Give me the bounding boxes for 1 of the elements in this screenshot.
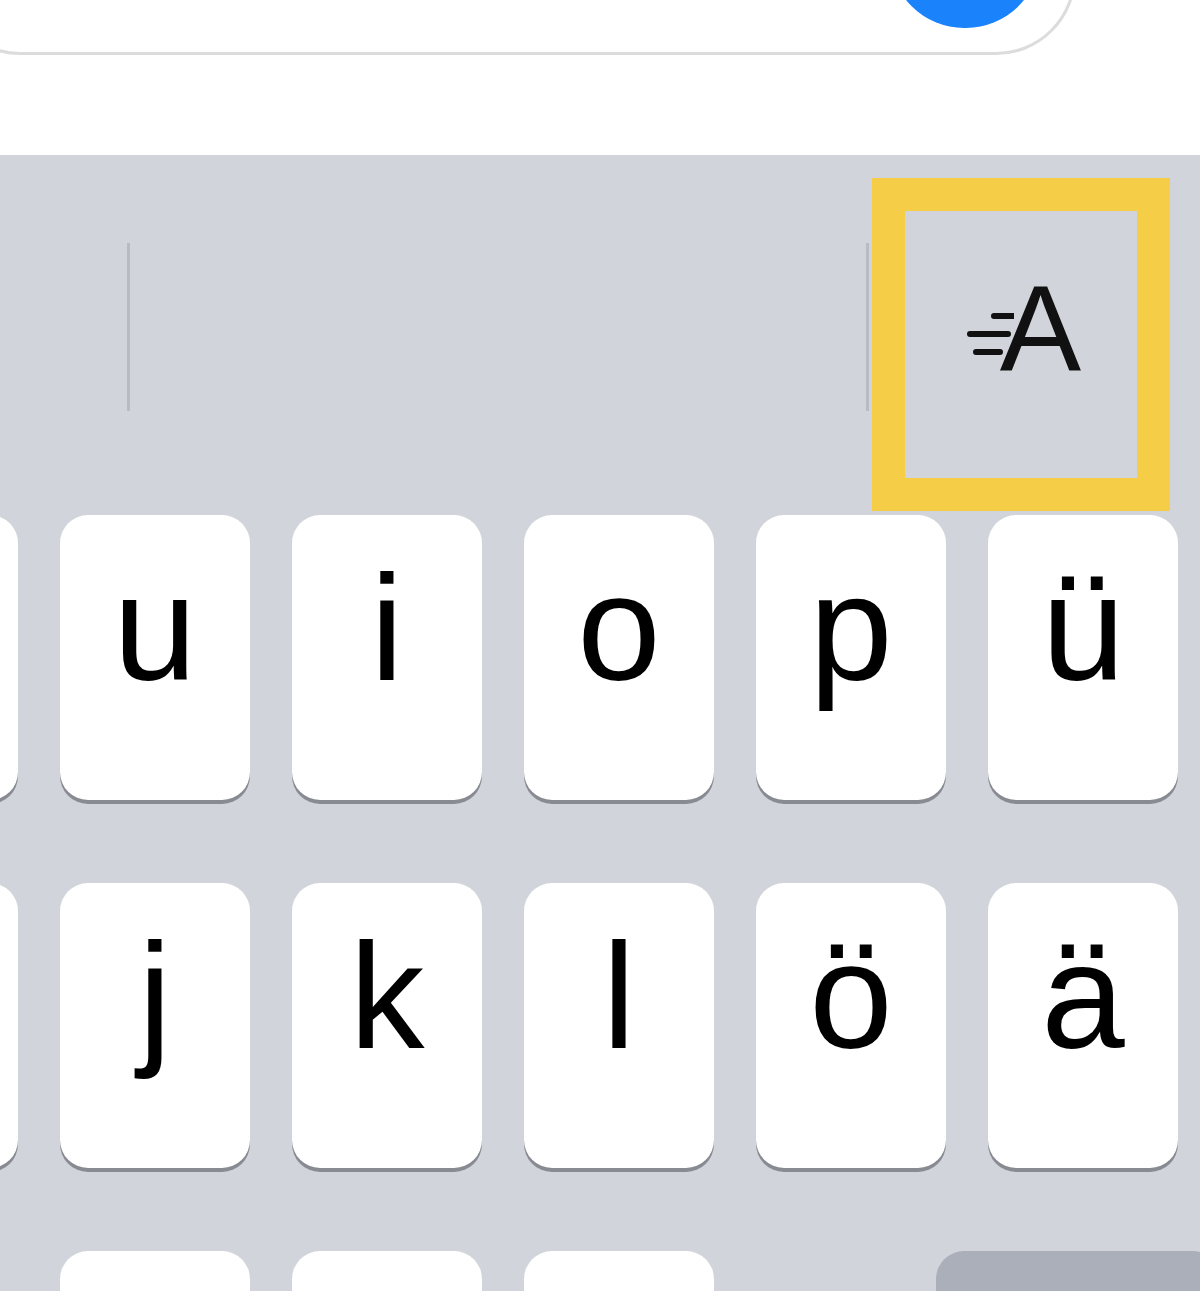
- text-format-button[interactable]: A: [872, 178, 1170, 511]
